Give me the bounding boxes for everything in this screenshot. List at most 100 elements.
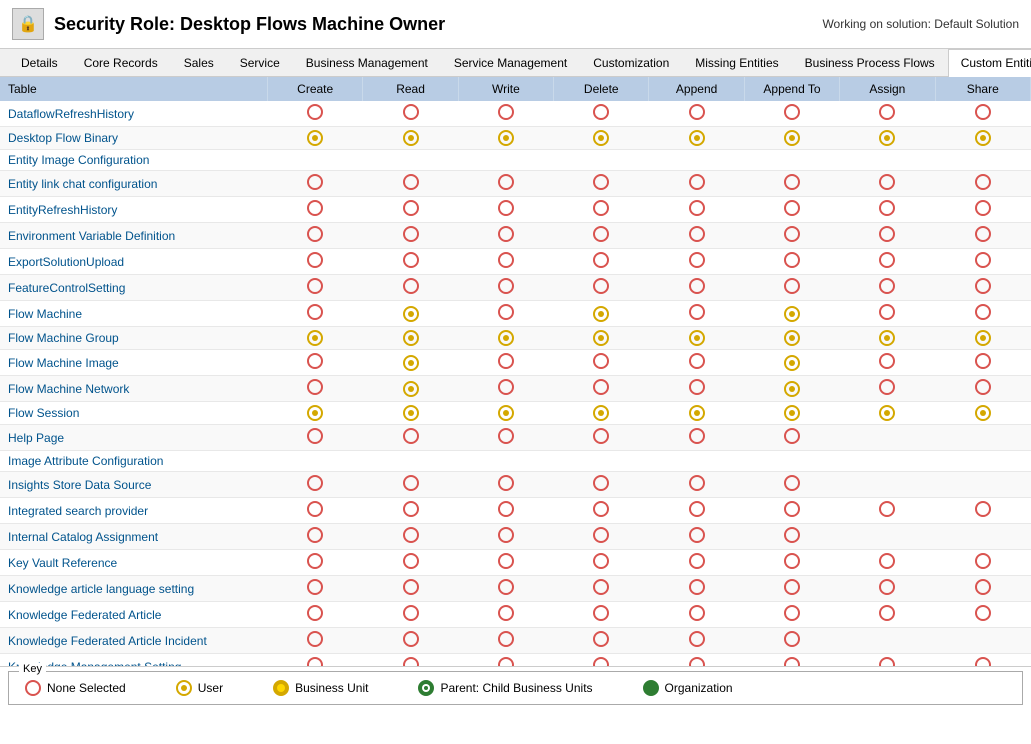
entity-name[interactable]: Image Attribute Configuration bbox=[0, 451, 268, 472]
perm-write[interactable] bbox=[458, 451, 553, 472]
perm-icon[interactable] bbox=[403, 657, 419, 666]
entity-name[interactable]: Flow Machine bbox=[0, 301, 268, 327]
perm-append_to[interactable] bbox=[744, 101, 839, 127]
perm-assign[interactable] bbox=[840, 249, 935, 275]
entity-name[interactable]: Flow Session bbox=[0, 402, 268, 425]
perm-icon[interactable] bbox=[593, 200, 609, 216]
perm-share[interactable] bbox=[935, 550, 1030, 576]
perm-icon[interactable] bbox=[879, 405, 895, 421]
perm-assign[interactable] bbox=[840, 197, 935, 223]
perm-icon[interactable] bbox=[403, 605, 419, 621]
perm-delete[interactable] bbox=[554, 301, 649, 327]
perm-append[interactable] bbox=[649, 472, 744, 498]
perm-icon[interactable] bbox=[307, 226, 323, 242]
perm-icon[interactable] bbox=[689, 405, 705, 421]
perm-assign[interactable] bbox=[840, 425, 935, 451]
perm-delete[interactable] bbox=[554, 654, 649, 667]
perm-icon[interactable] bbox=[307, 353, 323, 369]
perm-create[interactable] bbox=[268, 576, 363, 602]
perm-write[interactable] bbox=[458, 376, 553, 402]
perm-icon[interactable] bbox=[689, 353, 705, 369]
perm-icon[interactable] bbox=[593, 278, 609, 294]
perm-icon[interactable] bbox=[403, 278, 419, 294]
perm-icon[interactable] bbox=[975, 278, 991, 294]
entity-name[interactable]: Flow Machine Group bbox=[0, 327, 268, 350]
perm-icon[interactable] bbox=[307, 200, 323, 216]
perm-share[interactable] bbox=[935, 524, 1030, 550]
perm-delete[interactable] bbox=[554, 402, 649, 425]
perm-create[interactable] bbox=[268, 197, 363, 223]
perm-share[interactable] bbox=[935, 472, 1030, 498]
perm-icon[interactable] bbox=[879, 174, 895, 190]
perm-share[interactable] bbox=[935, 171, 1030, 197]
perm-write[interactable] bbox=[458, 350, 553, 376]
perm-read[interactable] bbox=[363, 628, 458, 654]
tab-details[interactable]: Details bbox=[8, 49, 71, 76]
perm-icon[interactable] bbox=[498, 405, 514, 421]
perm-read[interactable] bbox=[363, 550, 458, 576]
perm-icon[interactable] bbox=[498, 631, 514, 647]
perm-append_to[interactable] bbox=[744, 472, 839, 498]
perm-append_to[interactable] bbox=[744, 376, 839, 402]
perm-share[interactable] bbox=[935, 249, 1030, 275]
perm-icon[interactable] bbox=[975, 252, 991, 268]
perm-icon[interactable] bbox=[689, 379, 705, 395]
perm-read[interactable] bbox=[363, 301, 458, 327]
perm-icon[interactable] bbox=[689, 252, 705, 268]
perm-delete[interactable] bbox=[554, 576, 649, 602]
perm-icon[interactable] bbox=[403, 405, 419, 421]
perm-icon[interactable] bbox=[689, 104, 705, 120]
perm-delete[interactable] bbox=[554, 498, 649, 524]
perm-icon[interactable] bbox=[975, 379, 991, 395]
perm-icon[interactable] bbox=[879, 252, 895, 268]
perm-icon[interactable] bbox=[403, 579, 419, 595]
perm-icon[interactable] bbox=[593, 579, 609, 595]
perm-create[interactable] bbox=[268, 275, 363, 301]
perm-icon[interactable] bbox=[879, 657, 895, 666]
perm-icon[interactable] bbox=[689, 226, 705, 242]
perm-share[interactable] bbox=[935, 628, 1030, 654]
perm-create[interactable] bbox=[268, 425, 363, 451]
perm-read[interactable] bbox=[363, 498, 458, 524]
perm-icon[interactable] bbox=[689, 130, 705, 146]
entity-name[interactable]: Entity link chat configuration bbox=[0, 171, 268, 197]
perm-append[interactable] bbox=[649, 101, 744, 127]
perm-write[interactable] bbox=[458, 402, 553, 425]
perm-assign[interactable] bbox=[840, 150, 935, 171]
perm-icon[interactable] bbox=[784, 226, 800, 242]
perm-icon[interactable] bbox=[784, 527, 800, 543]
perm-icon[interactable] bbox=[593, 174, 609, 190]
perm-icon[interactable] bbox=[403, 104, 419, 120]
tab-business-management[interactable]: Business Management bbox=[293, 49, 441, 76]
perm-share[interactable] bbox=[935, 425, 1030, 451]
perm-append_to[interactable] bbox=[744, 628, 839, 654]
perm-append[interactable] bbox=[649, 150, 744, 171]
perm-icon[interactable] bbox=[498, 130, 514, 146]
perm-read[interactable] bbox=[363, 524, 458, 550]
perm-append[interactable] bbox=[649, 451, 744, 472]
perm-icon[interactable] bbox=[689, 278, 705, 294]
perm-icon[interactable] bbox=[593, 657, 609, 666]
perm-icon[interactable] bbox=[498, 527, 514, 543]
entity-name[interactable]: Knowledge Federated Article bbox=[0, 602, 268, 628]
perm-assign[interactable] bbox=[840, 101, 935, 127]
perm-icon[interactable] bbox=[593, 130, 609, 146]
perm-icon[interactable] bbox=[784, 553, 800, 569]
perm-icon[interactable] bbox=[307, 252, 323, 268]
perm-read[interactable] bbox=[363, 402, 458, 425]
perm-icon[interactable] bbox=[498, 428, 514, 444]
perm-append[interactable] bbox=[649, 402, 744, 425]
tab-customization[interactable]: Customization bbox=[580, 49, 682, 76]
perm-icon[interactable] bbox=[307, 130, 323, 146]
entity-name[interactable]: Flow Machine Image bbox=[0, 350, 268, 376]
perm-icon[interactable] bbox=[689, 174, 705, 190]
perm-icon[interactable] bbox=[784, 130, 800, 146]
perm-assign[interactable] bbox=[840, 524, 935, 550]
perm-write[interactable] bbox=[458, 101, 553, 127]
perm-icon[interactable] bbox=[403, 428, 419, 444]
perm-delete[interactable] bbox=[554, 350, 649, 376]
perm-read[interactable] bbox=[363, 654, 458, 667]
perm-read[interactable] bbox=[363, 350, 458, 376]
perm-write[interactable] bbox=[458, 654, 553, 667]
perm-append_to[interactable] bbox=[744, 127, 839, 150]
